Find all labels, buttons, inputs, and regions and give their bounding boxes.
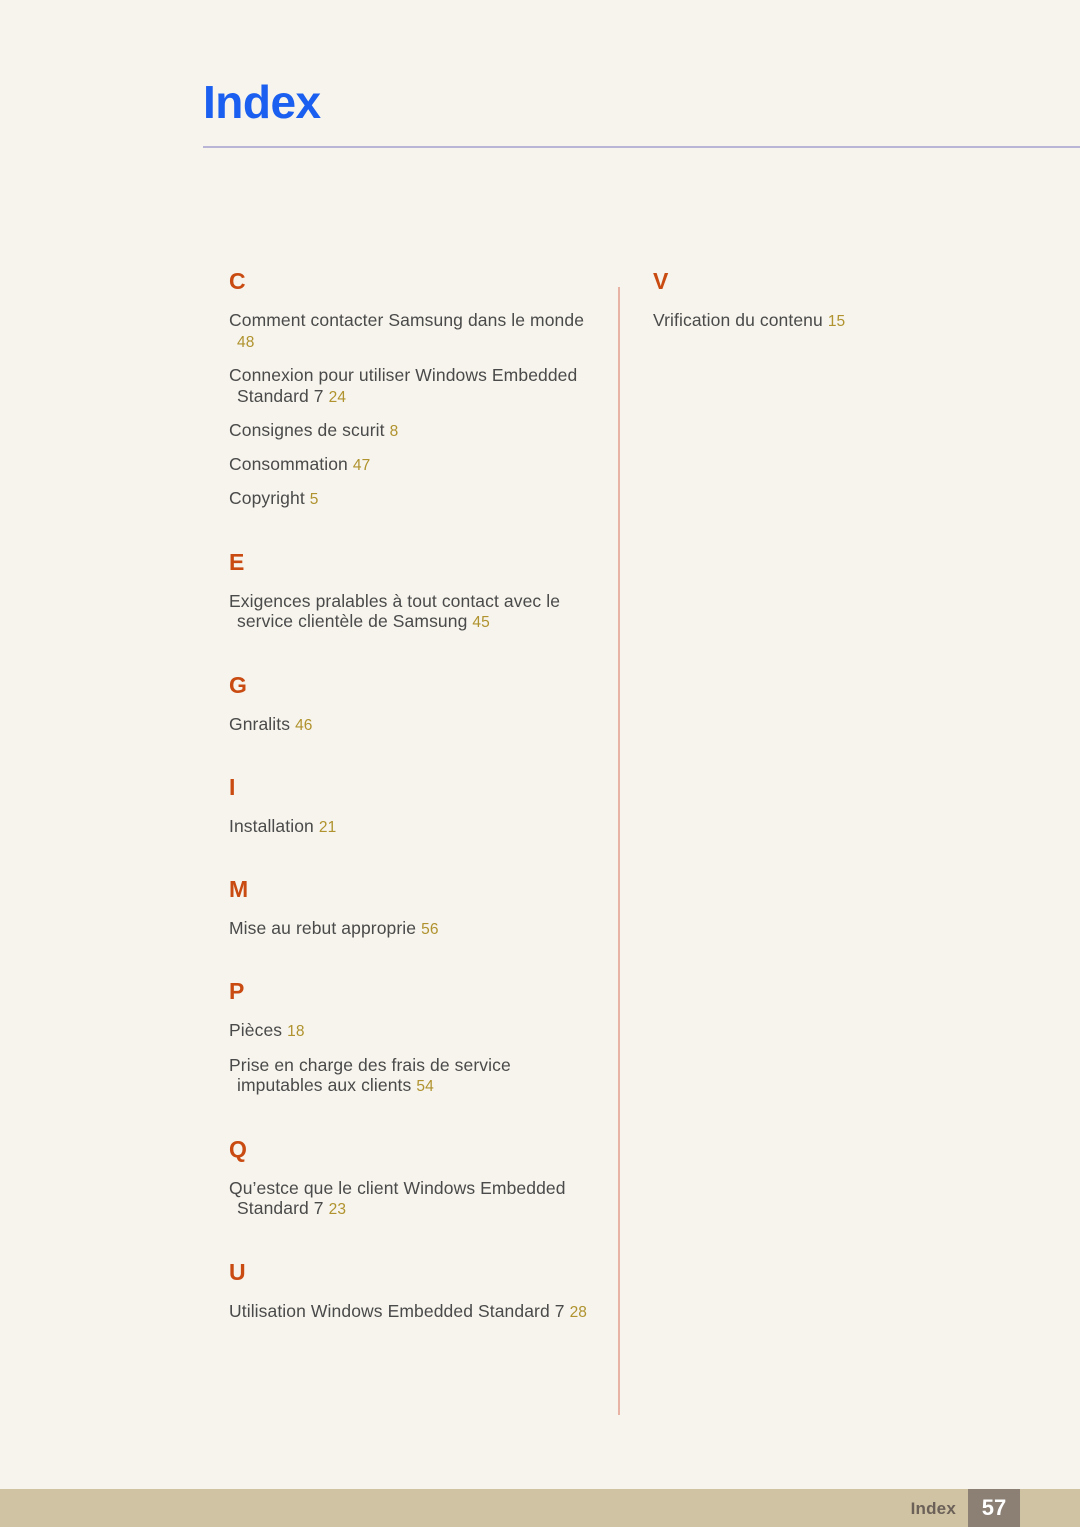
index-entry[interactable]: Comment contacter Samsung dans le monde …	[229, 310, 589, 352]
index-entry-list: Utilisation Windows Embedded Standard 7 …	[229, 1301, 589, 1322]
index-entry-text: Connexion pour utiliser Windows Embedded…	[229, 364, 578, 406]
index-entry-page-number: 54	[416, 1078, 434, 1096]
index-body: C Comment contacter Samsung dans le monde…	[0, 270, 1080, 1430]
index-entry[interactable]: Consignes de scurit 8	[229, 420, 589, 441]
footer-section-label: Index	[910, 1499, 956, 1518]
index-entry-list: Comment contacter Samsung dans le monde …	[229, 310, 589, 510]
letter-group-e: E Exigences pralables à tout contact avec…	[229, 548, 589, 633]
index-entry-page-number: 46	[295, 716, 313, 734]
letter-heading: C	[229, 268, 246, 294]
index-entry-list: Qu’estce que le client Windows Embedded …	[229, 1178, 589, 1220]
index-entry-list: Vrification du contenu 15	[653, 310, 1023, 331]
index-entry-list: Gnralits 46	[229, 714, 589, 735]
index-entry[interactable]: Vrification du contenu 15	[653, 310, 1023, 331]
letter-group-c: C Comment contacter Samsung dans le monde…	[229, 270, 589, 510]
index-entry-text: Installation	[229, 815, 314, 836]
index-entry[interactable]: Gnralits 46	[229, 714, 589, 735]
index-column-right: V Vrification du contenu 15	[653, 270, 1023, 331]
index-entry-text: Consignes de scurit	[229, 419, 385, 440]
index-entry-list: Installation 21	[229, 816, 589, 837]
index-entry-page-number: 24	[328, 388, 347, 406]
index-entry-text: Pièces	[229, 1020, 283, 1041]
index-entry[interactable]: Exigences pralables à tout contact avec …	[229, 591, 589, 633]
index-entry[interactable]: Installation 21	[229, 816, 589, 837]
column-divider	[618, 287, 620, 1415]
index-entry-page-number: 5	[309, 491, 319, 509]
letter-heading: I	[229, 773, 236, 800]
index-entry-text: Qu’estce que le client Windows Embedded …	[229, 1177, 566, 1219]
index-entry-list: Mise au rebut approprie 56	[229, 918, 589, 939]
index-entry[interactable]: Mise au rebut approprie 56	[229, 918, 589, 939]
index-entry-text: Exigences pralables à tout contact avec …	[229, 590, 561, 632]
index-entry[interactable]: Copyright 5	[229, 488, 589, 509]
index-entry-page-number: 28	[569, 1303, 588, 1321]
index-entry-text: Mise au rebut approprie	[229, 918, 417, 939]
index-entry-page-number: 15	[827, 313, 846, 330]
letter-heading: M	[229, 876, 249, 903]
page-title: Index	[203, 76, 321, 128]
index-entry-page-number: 8	[389, 422, 399, 440]
index-entry-list: Exigences pralables à tout contact avec …	[229, 591, 589, 633]
index-entry[interactable]: Connexion pour utiliser Windows Embedded…	[229, 365, 589, 407]
index-entry-text: Gnralits	[229, 713, 291, 734]
letter-group-m: M Mise au rebut approprie 56	[229, 878, 589, 939]
index-entry-text: Copyright	[229, 488, 305, 509]
title-divider	[203, 146, 1080, 148]
index-entry[interactable]: Utilisation Windows Embedded Standard 7 …	[229, 1301, 589, 1322]
index-entry-text: Vrification du contenu	[653, 310, 823, 330]
letter-heading: U	[229, 1258, 246, 1285]
letter-group-p: P Pièces 18 Prise en charge des frais de s…	[229, 980, 589, 1096]
index-column-left: C Comment contacter Samsung dans le monde…	[229, 270, 589, 1322]
index-entry-page-number: 21	[318, 818, 337, 836]
index-entry-text: Consommation	[229, 454, 348, 475]
letter-group-u: U Utilisation Windows Embedded Standard 7…	[229, 1258, 589, 1322]
index-entry[interactable]: Pièces 18	[229, 1020, 589, 1041]
letter-heading: G	[229, 671, 247, 698]
document-page: Index C Comment contacter Samsung dans le…	[0, 0, 1080, 1527]
letter-heading: P	[229, 978, 245, 1005]
index-entry-page-number: 18	[287, 1023, 305, 1041]
letter-heading: V	[653, 268, 669, 294]
index-entry-page-number: 56	[421, 921, 439, 939]
index-entry-page-number: 23	[328, 1201, 347, 1219]
index-entry-text: Comment contacter Samsung dans le monde	[229, 310, 585, 330]
index-entry[interactable]: Qu’estce que le client Windows Embedded …	[229, 1178, 589, 1220]
index-entry-page-number: 45	[472, 614, 490, 632]
footer-page-number: 57	[981, 1495, 1007, 1520]
index-entry-page-number: 48	[237, 333, 255, 351]
page-header: Index	[0, 0, 1080, 150]
letter-group-g: G Gnralits 46	[229, 671, 589, 735]
index-entry[interactable]: Prise en charge des frais de service imp…	[229, 1055, 589, 1097]
letter-heading: Q	[229, 1135, 247, 1162]
index-entry-text: Utilisation Windows Embedded Standard 7	[229, 1300, 565, 1321]
index-entry-page-number: 47	[352, 457, 371, 475]
index-entry-list: Pièces 18 Prise en charge des frais de se…	[229, 1020, 589, 1096]
letter-group-q: Q Qu’estce que le client Windows Embedded…	[229, 1135, 589, 1220]
letter-group-i: I Installation 21	[229, 773, 589, 837]
letter-group-v: V Vrification du contenu 15	[653, 270, 1023, 331]
letter-heading: E	[229, 548, 245, 575]
index-entry[interactable]: Consommation 47	[229, 454, 589, 475]
index-entry-text: Prise en charge des frais de service imp…	[229, 1054, 511, 1096]
